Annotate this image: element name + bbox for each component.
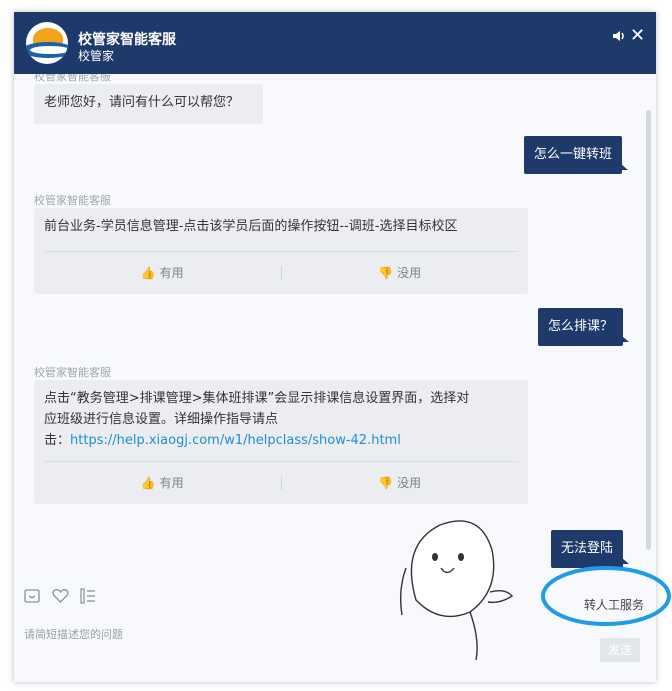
bot-sender-label: 校管家智能客服 bbox=[34, 366, 111, 379]
feedback-row: 👍 有用 👎 没用 bbox=[44, 251, 518, 294]
bot-message: 老师您好，请问有什么可以帮您？ bbox=[34, 84, 263, 124]
send-button[interactable]: 发送 bbox=[600, 638, 640, 662]
thumbs-up-icon: 👍 bbox=[140, 475, 156, 490]
heart-icon[interactable] bbox=[52, 588, 69, 608]
useful-button[interactable]: 👍 有用 bbox=[44, 263, 281, 284]
chat-title: 校管家智能客服 bbox=[78, 32, 176, 48]
bot-sender-label: 校管家智能客服 bbox=[34, 194, 111, 207]
brand-logo-icon bbox=[26, 22, 68, 64]
useless-button[interactable]: 👎 没用 bbox=[282, 473, 519, 494]
scrollbar[interactable] bbox=[646, 110, 651, 550]
help-link[interactable]: https://help.xiaogj.com/w1/helpclass/sho… bbox=[70, 433, 401, 448]
emoji-icon[interactable] bbox=[24, 588, 40, 608]
close-icon[interactable]: ✕ bbox=[630, 25, 645, 46]
bot-sender-label: 校管家智能客服 bbox=[34, 74, 111, 83]
chat-subtitle: 校管家 bbox=[78, 49, 115, 63]
thumbs-down-icon: 👎 bbox=[378, 475, 394, 490]
chat-header: 校管家智能客服 校管家 ✕ bbox=[14, 12, 656, 74]
input-area: 请简短描述您的问题 转人工服务 发送 bbox=[14, 582, 656, 682]
user-message: 无法登陆 bbox=[551, 530, 630, 568]
message-input[interactable]: 请简短描述您的问题 bbox=[24, 626, 123, 642]
useful-button[interactable]: 👍 有用 bbox=[44, 473, 281, 494]
volume-icon[interactable] bbox=[612, 29, 626, 47]
bot-message: 前台业务-学员信息管理-点击该学员后面的操作按钮--调班-选择目标校区 👍 有用… bbox=[34, 208, 528, 294]
list-icon[interactable] bbox=[80, 588, 96, 608]
useless-button[interactable]: 👎 没用 bbox=[282, 263, 519, 284]
user-message: 怎么排课？ bbox=[538, 308, 630, 346]
thumbs-down-icon: 👎 bbox=[378, 265, 394, 280]
message-list: 校管家智能客服 老师您好，请问有什么可以帮您？ 怎么一键转班 校管家智能客服 前… bbox=[14, 74, 656, 582]
chat-window: 校管家智能客服 校管家 ✕ 校管家智能客服 老师您好，请问有什么可以帮您？ 怎么… bbox=[14, 12, 656, 682]
feedback-row: 👍 有用 👎 没用 bbox=[44, 461, 518, 504]
transfer-human-button[interactable]: 转人工服务 bbox=[584, 596, 644, 613]
bot-message: 点击“教务管理>排课管理>集体班排课”会显示排课信息设置界面，选择对 应班级进行… bbox=[34, 380, 528, 504]
thumbs-up-icon: 👍 bbox=[140, 265, 156, 280]
user-message: 怎么一键转班 bbox=[524, 136, 629, 174]
